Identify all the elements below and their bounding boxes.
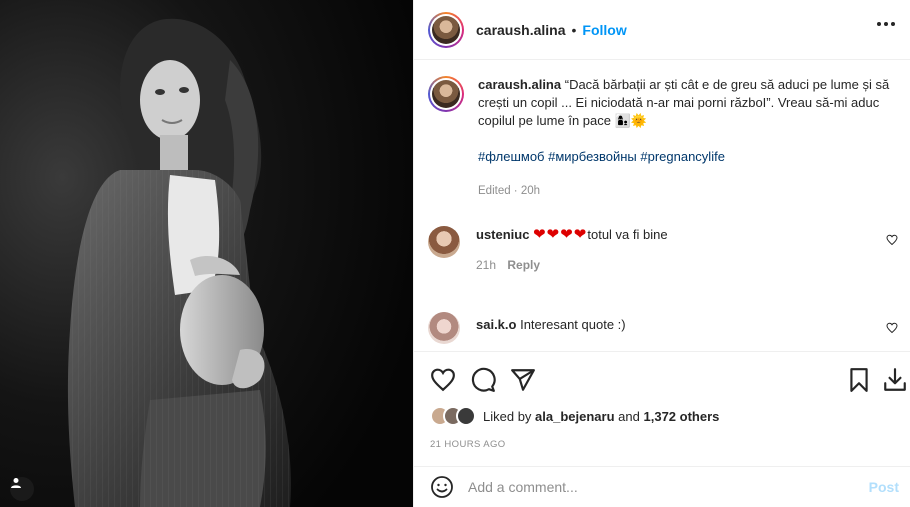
likes-user[interactable]: ala_bejenaru <box>535 409 615 424</box>
instagram-post: caraush.alina • Follow caraush.alina “Da… <box>0 0 910 507</box>
likes-others[interactable]: 1,372 others <box>644 409 720 424</box>
author-avatar[interactable] <box>428 11 464 48</box>
post-caption: caraush.alina “Dacă bărbații ar ști cât … <box>428 76 898 200</box>
download-icon[interactable] <box>882 367 908 393</box>
emoji-icon[interactable] <box>430 475 454 499</box>
share-icon[interactable] <box>510 367 536 393</box>
post-photo[interactable] <box>0 0 413 507</box>
comment-item: sai.k.o Interesant quote :) <box>428 312 898 344</box>
commenter-username[interactable]: sai.k.o <box>476 317 516 332</box>
comment-text: totul va fi bine <box>587 227 668 242</box>
commenter-avatar[interactable] <box>428 312 460 344</box>
more-icon <box>877 22 881 26</box>
add-comment-bar: Post <box>414 466 910 507</box>
reply-button[interactable]: Reply <box>507 258 540 272</box>
caption-avatar[interactable] <box>428 76 464 112</box>
likes-summary: Liked by ala_bejenaru and 1,372 others <box>430 406 719 426</box>
more-options-button[interactable] <box>877 22 895 26</box>
comment-like-icon[interactable] <box>886 234 898 246</box>
post-timestamp[interactable]: 21 HOURS AGO <box>430 439 506 450</box>
heart-icon[interactable] <box>430 367 456 393</box>
author-username[interactable]: caraush.alina <box>476 22 566 38</box>
caption-username[interactable]: caraush.alina <box>478 77 561 92</box>
comment-input[interactable] <box>468 479 848 495</box>
post-comment-button[interactable]: Post <box>869 479 899 495</box>
commenter-avatar[interactable] <box>428 226 460 258</box>
user-tag-icon <box>11 478 21 488</box>
likes-prefix: Liked by <box>483 408 532 424</box>
likes-middle: and <box>618 408 640 424</box>
comment-time: 21h <box>476 258 497 272</box>
bookmark-icon[interactable] <box>846 367 872 393</box>
user-tag-button[interactable] <box>10 477 34 501</box>
caption-hashtags[interactable]: #флешмоб #мирбезвойны #pregnancylife <box>478 148 898 166</box>
liker-avatar[interactable] <box>456 406 476 426</box>
photo-image <box>0 0 413 507</box>
comment-icon[interactable] <box>470 367 496 393</box>
post-actions <box>414 351 910 407</box>
comment-hearts: ❤❤❤❤ <box>533 226 588 243</box>
post-side-panel: caraush.alina • Follow caraush.alina “Da… <box>413 0 910 507</box>
commenter-username[interactable]: usteniuc <box>476 227 529 242</box>
comment-text: Interesant quote :) <box>520 317 626 332</box>
caption-edited-time: Edited · 20h <box>478 185 541 197</box>
header-separator: • <box>571 21 577 38</box>
comment-item: usteniuc ❤❤❤❤totul va fi bine 21h Reply <box>428 226 898 274</box>
comment-like-icon[interactable] <box>886 322 898 334</box>
follow-button[interactable]: Follow <box>582 22 626 38</box>
post-header: caraush.alina • Follow <box>414 0 910 60</box>
